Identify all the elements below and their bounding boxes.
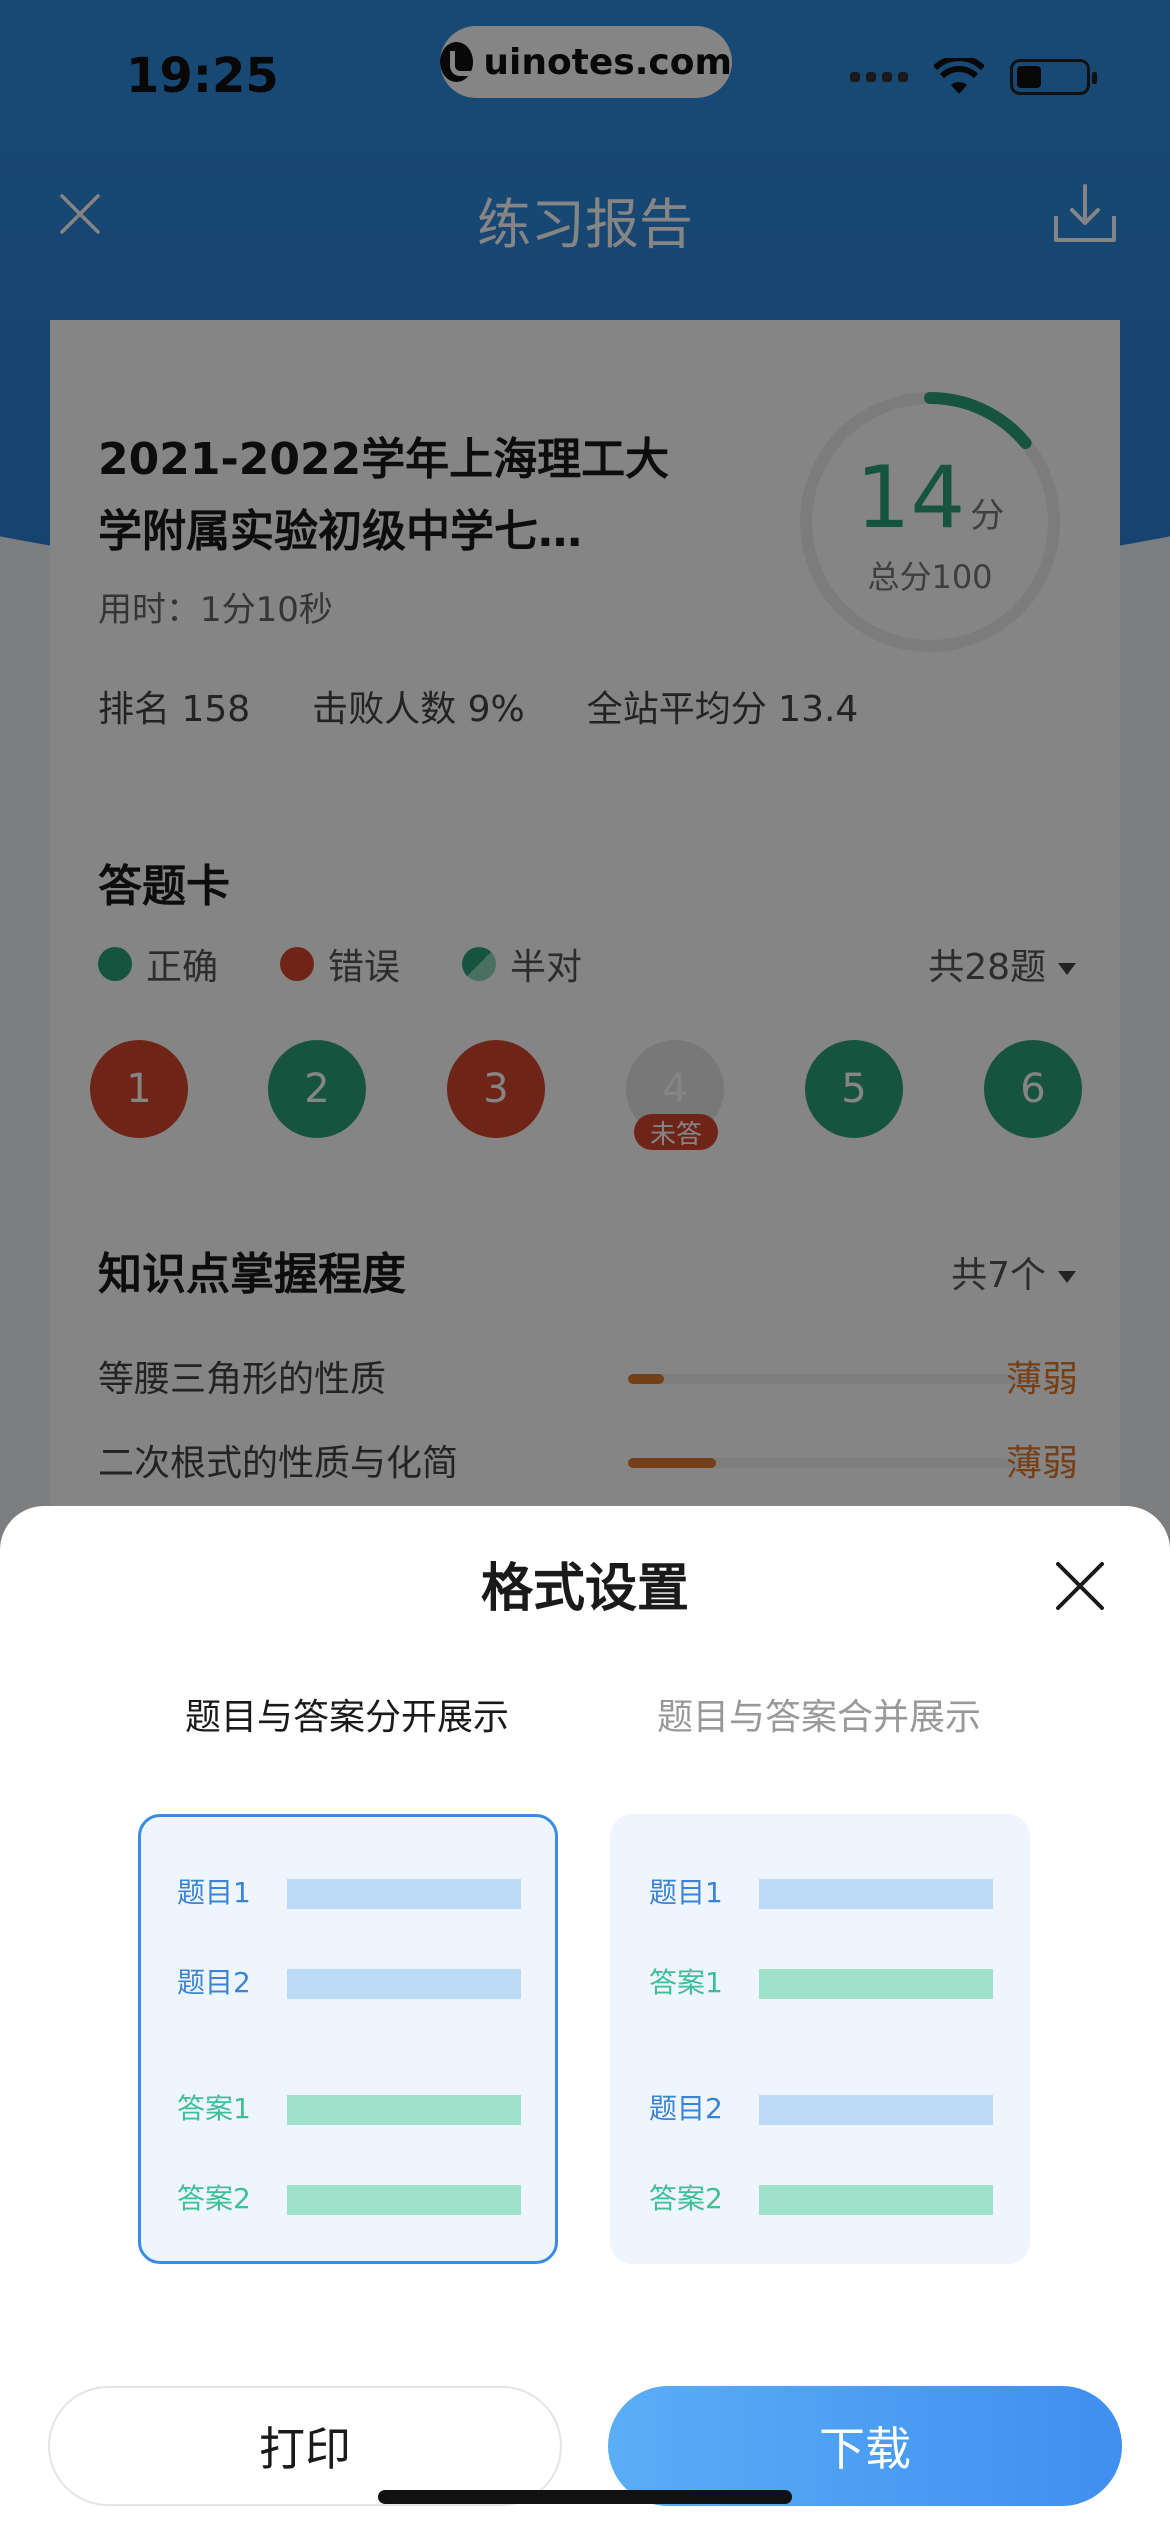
option-merged-label[interactable]: 题目与答案合并展示 [584,1688,1054,1740]
preview-label: 题目1 [649,1876,723,1909]
home-indicator [378,2490,792,2504]
preview-row: 题目1 [649,1873,995,1913]
preview-label: 答案2 [649,2182,723,2215]
preview-bar [759,1969,993,1999]
option-merged-preview[interactable]: 题目1 答案1 题目2 答案2 [610,1814,1030,2264]
sheet-title: 格式设置 [480,1559,689,1619]
close-icon[interactable] [1050,1556,1110,1616]
preview-label: 题目2 [177,1966,251,1999]
preview-label: 答案1 [177,2092,251,2125]
preview-bar [287,1969,521,1999]
preview-bar [287,2185,521,2215]
download-button[interactable]: 下载 [608,2386,1122,2506]
preview-bar [287,1879,521,1909]
preview-row: 答案2 [649,2179,995,2219]
preview-row: 答案1 [649,1963,995,2003]
preview-row: 答案2 [177,2179,523,2219]
format-settings-sheet: 格式设置 题目与答案分开展示 题目与答案合并展示 题目1 题目2 答案1 答案2… [0,1506,1170,2532]
option-separate-label[interactable]: 题目与答案分开展示 [112,1688,582,1740]
preview-label: 答案2 [177,2182,251,2215]
print-button[interactable]: 打印 [48,2386,562,2506]
preview-label: 题目1 [177,1876,251,1909]
preview-label: 答案1 [649,1966,723,1999]
preview-row: 题目1 [177,1873,523,1913]
preview-bar [287,2095,521,2125]
preview-label: 题目2 [649,2092,723,2125]
preview-bar [759,2185,993,2215]
preview-row: 答案1 [177,2089,523,2129]
preview-row: 题目2 [649,2089,995,2129]
preview-row: 题目2 [177,1963,523,2003]
preview-bar [759,1879,993,1909]
preview-bar [759,2095,993,2125]
option-separate-preview[interactable]: 题目1 题目2 答案1 答案2 [138,1814,558,2264]
